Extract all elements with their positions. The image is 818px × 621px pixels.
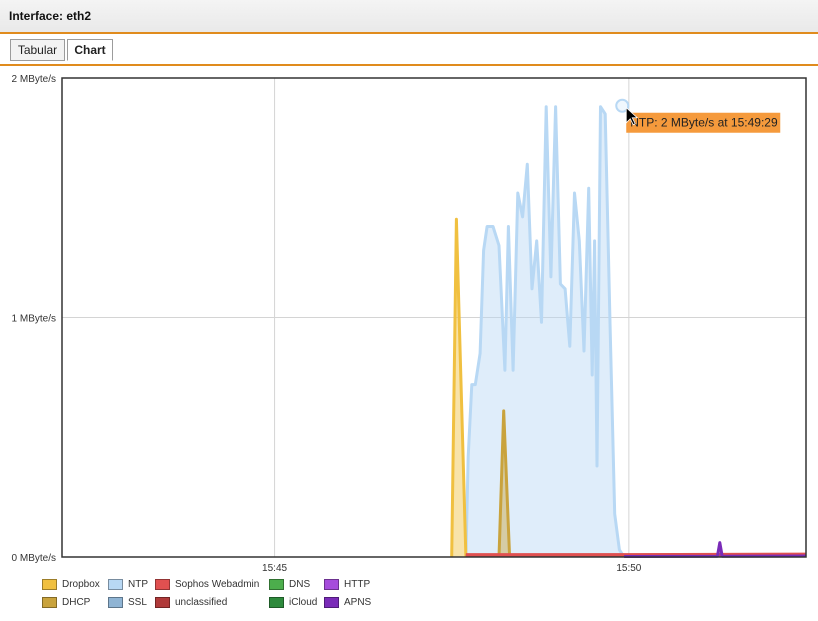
legend-swatch (155, 597, 170, 608)
legend-label: Sophos Webadmin (175, 579, 260, 590)
legend-swatch (324, 597, 339, 608)
legend-swatch (42, 597, 57, 608)
tab-strip: Tabular Chart (0, 34, 818, 66)
legend-label: HTTP (344, 579, 371, 590)
legend-item[interactable]: iCloud (269, 596, 317, 610)
legend-item[interactable]: DHCP (42, 596, 90, 610)
x-tick-label: 15:45 (262, 563, 287, 574)
legend-item[interactable]: DNS (269, 578, 310, 592)
legend-item[interactable]: SSL (108, 596, 147, 610)
y-tick-label: 2 MByte/s (12, 74, 56, 85)
legend-label: NTP (128, 579, 148, 590)
legend-label: DNS (289, 579, 311, 590)
traffic-chart: 0 MByte/s 1 MByte/s 2 MByte/s 15:45 15:50 NTP… (12, 74, 807, 574)
legend-item[interactable]: APNS (324, 596, 371, 610)
y-tick-label: 0 MByte/s (12, 553, 56, 564)
legend-swatch (269, 597, 284, 608)
legend-swatch (155, 579, 170, 590)
legend-label: APNS (344, 597, 372, 608)
legend-swatch (269, 579, 284, 590)
interface-title: Interface: eth2 (9, 9, 92, 23)
tab-chart[interactable]: Chart (67, 39, 113, 61)
tab-tabular[interactable]: Tabular (10, 39, 65, 61)
legend-swatch (324, 579, 339, 590)
x-tick-label: 15:50 (616, 563, 641, 574)
legend-swatch (108, 579, 123, 590)
legend-label: unclassified (175, 597, 228, 608)
chart-legend: Dropbox DHCP NTP SSL Sophos Webadmin unclassi… (42, 578, 462, 618)
legend-item[interactable]: HTTP (324, 578, 370, 592)
legend-label: Dropbox (62, 579, 100, 590)
legend-item[interactable]: Sophos Webadmin (155, 578, 259, 592)
tooltip-text: NTP: 2 MByte/s at 15:49:29 (630, 116, 778, 130)
legend-item[interactable]: Dropbox (42, 578, 100, 592)
window-title-bar: Interface: eth2 (0, 0, 818, 34)
series-line-sophos-webadmin (465, 552, 807, 557)
legend-item[interactable]: unclassified (155, 596, 227, 610)
legend-label: iCloud (289, 597, 318, 608)
legend-swatch (42, 579, 57, 590)
legend-label: SSL (128, 597, 147, 608)
legend-swatch (108, 597, 123, 608)
y-tick-label: 1 MByte/s (12, 314, 56, 325)
legend-item[interactable]: NTP (108, 578, 148, 592)
legend-label: DHCP (62, 597, 91, 608)
